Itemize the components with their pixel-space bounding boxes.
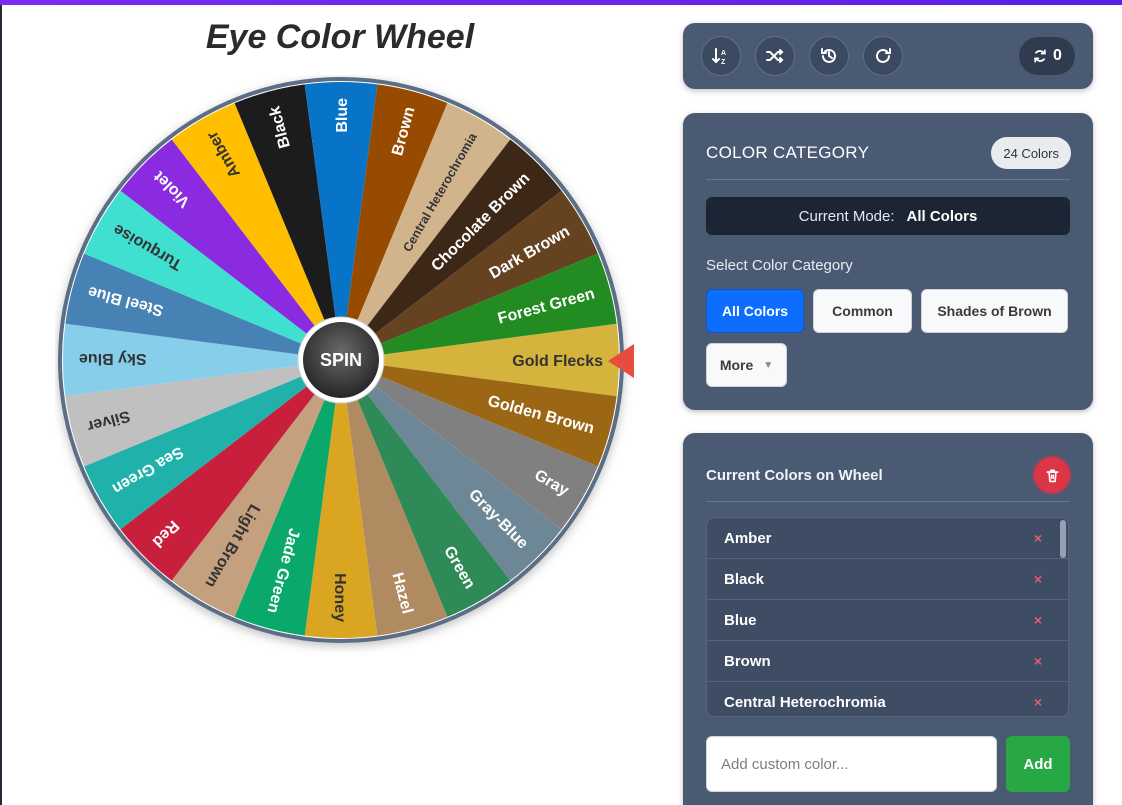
wheel-segment-label: Gold Flecks bbox=[512, 353, 603, 370]
select-category-label: Select Color Category bbox=[706, 257, 853, 274]
divider bbox=[706, 179, 1070, 180]
current-mode-value: All Colors bbox=[907, 208, 978, 225]
list-item: Brown × bbox=[707, 641, 1068, 682]
color-name: Central Heterochromia bbox=[724, 694, 886, 711]
wheel-segment-label: Blue bbox=[334, 98, 351, 133]
remove-icon[interactable]: × bbox=[1034, 530, 1042, 546]
category-all-colors-button[interactable]: All Colors bbox=[706, 289, 804, 333]
top-accent-bar bbox=[0, 0, 1122, 5]
category-common-button[interactable]: Common bbox=[813, 289, 912, 333]
current-colors-title: Current Colors on Wheel bbox=[706, 467, 883, 484]
color-name: Brown bbox=[724, 653, 771, 670]
add-custom-color-input[interactable] bbox=[706, 736, 997, 792]
wheel-segment-label: Sky Blue bbox=[79, 350, 147, 367]
more-label: More bbox=[720, 357, 753, 373]
list-item: Amber × bbox=[707, 518, 1068, 559]
color-name: Black bbox=[724, 571, 764, 588]
remove-icon[interactable]: × bbox=[1034, 694, 1042, 710]
trash-icon bbox=[1044, 467, 1061, 484]
current-mode-bar: Current Mode: All Colors bbox=[706, 197, 1070, 235]
spin-count-value: 0 bbox=[1053, 47, 1062, 65]
remove-icon[interactable]: × bbox=[1034, 612, 1042, 628]
spin-wheel[interactable]: Gold FlecksGolden BrownGrayGray-BlueGree… bbox=[55, 75, 635, 655]
list-item: Blue × bbox=[707, 600, 1068, 641]
shuffle-button[interactable] bbox=[755, 36, 795, 76]
current-mode-label: Current Mode: bbox=[799, 208, 895, 225]
divider bbox=[706, 501, 1070, 502]
category-shades-of-brown-button[interactable]: Shades of Brown bbox=[921, 289, 1068, 333]
sync-icon bbox=[1032, 48, 1048, 64]
remove-icon[interactable]: × bbox=[1034, 653, 1042, 669]
color-name: Blue bbox=[724, 612, 757, 629]
list-scrollbar[interactable] bbox=[1060, 520, 1066, 558]
redo-icon bbox=[873, 46, 893, 66]
redo-button[interactable] bbox=[863, 36, 903, 76]
history-button[interactable] bbox=[809, 36, 849, 76]
sort-icon: A Z bbox=[711, 46, 731, 66]
color-name: Amber bbox=[724, 530, 772, 547]
current-colors-list[interactable]: Amber × Black × Blue × Brown × Central H… bbox=[706, 517, 1069, 717]
wheel-title: Eye Color Wheel bbox=[140, 18, 540, 57]
svg-text:Z: Z bbox=[721, 59, 726, 66]
clear-all-button[interactable] bbox=[1034, 457, 1070, 493]
add-color-button[interactable]: Add bbox=[1006, 736, 1070, 792]
color-count-badge: 24 Colors bbox=[991, 137, 1071, 169]
wheel-segment-label: Honey bbox=[331, 573, 348, 622]
category-title: COLOR CATEGORY bbox=[706, 143, 869, 163]
category-more-dropdown[interactable]: More ▼ bbox=[706, 343, 787, 387]
history-icon bbox=[819, 46, 839, 66]
spin-counter: 0 bbox=[1019, 37, 1075, 75]
shuffle-icon bbox=[765, 46, 785, 66]
list-item: Black × bbox=[707, 559, 1068, 600]
toolbar-panel: A Z 0 bbox=[683, 23, 1093, 89]
spin-button[interactable]: SPIN bbox=[298, 317, 384, 403]
spin-label: SPIN bbox=[320, 350, 362, 370]
svg-text:A: A bbox=[721, 50, 726, 57]
list-item: Central Heterochromia × bbox=[707, 682, 1068, 717]
caret-down-icon: ▼ bbox=[763, 360, 773, 371]
category-panel: COLOR CATEGORY 24 Colors Current Mode: A… bbox=[683, 113, 1093, 410]
current-colors-panel: Current Colors on Wheel Amber × Black × … bbox=[683, 433, 1093, 805]
sort-button[interactable]: A Z bbox=[701, 36, 741, 76]
left-border bbox=[0, 5, 2, 805]
remove-icon[interactable]: × bbox=[1034, 571, 1042, 587]
